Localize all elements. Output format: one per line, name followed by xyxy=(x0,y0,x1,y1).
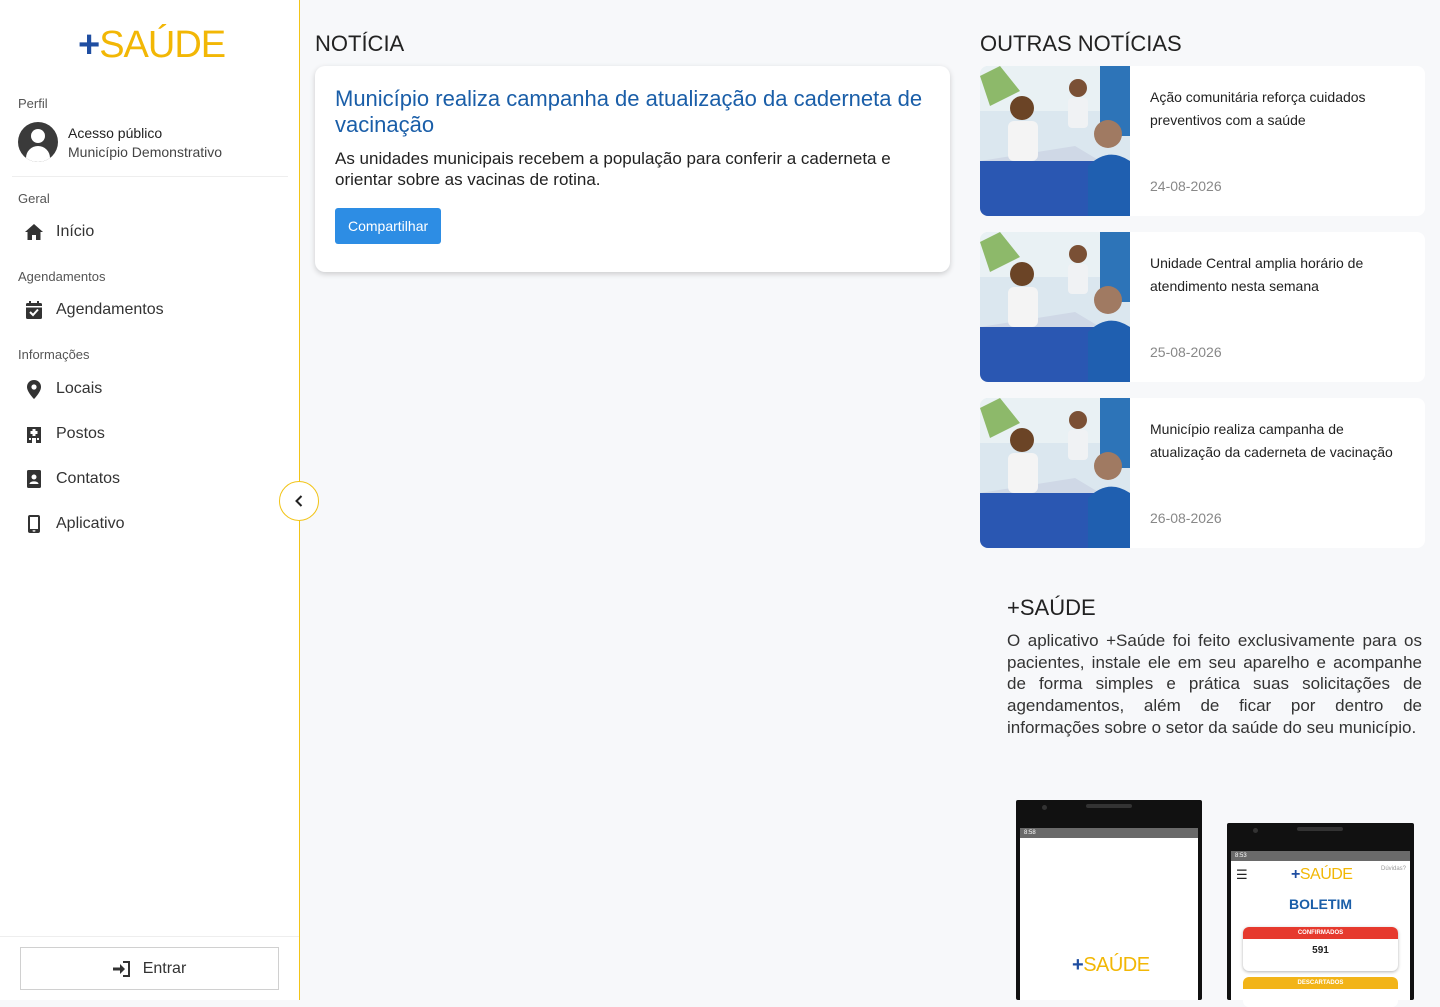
login-label: Entrar xyxy=(142,959,187,977)
section-label-agendamentos: Agendamentos xyxy=(18,269,106,284)
sidebar-item-aplicativo[interactable]: Aplicativo xyxy=(24,514,124,534)
sidebar-item-label: Aplicativo xyxy=(56,515,125,532)
status-bar-time: 8:58 xyxy=(1020,828,1198,838)
news-thumbnail-image xyxy=(980,66,1130,216)
sidebar-item-label: Contatos xyxy=(56,470,121,487)
sidebar-item-locais[interactable]: Locais xyxy=(24,379,102,399)
app-section-title: +SAÚDE xyxy=(1007,595,1096,620)
news-section-title: NOTÍCIA xyxy=(315,31,405,56)
building-icon xyxy=(24,424,44,444)
sidebar: +SAÚDE Perfil Acesso público Município D… xyxy=(0,0,300,1000)
phone-splash-logo: +SAÚDE xyxy=(1072,954,1150,976)
calendar-check-icon xyxy=(24,300,44,320)
bulletin-heading: BOLETIM xyxy=(1289,896,1352,912)
phone-mockup-bulletin: 8:53 ☰ +SAÚDE Dúvidas? BOLETIM CONFIRMAD… xyxy=(1227,823,1414,1007)
map-pin-icon xyxy=(24,379,44,399)
news-list-item[interactable]: Município realiza campanha de atualizaçã… xyxy=(980,398,1425,548)
sign-in-icon xyxy=(112,960,130,977)
hamburger-menu-icon[interactable]: ☰ xyxy=(1236,867,1248,883)
mobile-phone-icon xyxy=(24,514,44,534)
chevron-left-icon xyxy=(295,495,303,507)
news-item-date: 24-08-2026 xyxy=(1150,178,1222,194)
profile-city: Município Demonstrativo xyxy=(68,143,223,160)
discarded-label: DESCARTADOS xyxy=(1243,977,1398,989)
status-bar-time: 8:53 xyxy=(1231,851,1410,861)
news-item-date: 26-08-2026 xyxy=(1150,510,1222,526)
news-headline[interactable]: Município realiza campanha de atualizaçã… xyxy=(335,86,930,138)
profile-name: Acesso público xyxy=(68,124,163,141)
news-card: Município realiza campanha de atualizaçã… xyxy=(315,66,950,272)
discarded-card: DESCARTADOS xyxy=(1243,977,1398,1007)
phone-app-logo: +SAÚDE xyxy=(1291,866,1353,883)
profile-divider xyxy=(12,176,288,177)
sidebar-item-label: Postos xyxy=(56,425,105,442)
news-thumbnail-image xyxy=(980,398,1130,548)
sidebar-item-inicio[interactable]: Início xyxy=(24,222,94,242)
profile-block: Acesso público Município Demonstrativo xyxy=(18,122,222,162)
sidebar-item-label: Agendamentos xyxy=(56,301,164,318)
share-button[interactable]: Compartilhar xyxy=(335,208,442,244)
footer-divider xyxy=(0,936,299,937)
phone-mockup-splash: 8:58 +SAÚDE xyxy=(1016,800,1202,1000)
help-link[interactable]: Dúvidas? xyxy=(1381,866,1406,872)
news-item-title: Município realiza campanha de atualizaçã… xyxy=(1150,421,1393,460)
news-list-item[interactable]: Unidade Central amplia horário de atendi… xyxy=(980,232,1425,382)
avatar xyxy=(18,122,58,162)
news-item-date: 25-08-2026 xyxy=(1150,344,1222,360)
sidebar-item-contatos[interactable]: Contatos xyxy=(24,469,120,489)
news-thumbnail-image xyxy=(980,232,1130,382)
contact-book-icon xyxy=(24,469,44,489)
collapse-sidebar-button[interactable] xyxy=(279,481,319,521)
news-item-title: Ação comunitária reforça cuidados preven… xyxy=(1150,89,1366,128)
other-news-section-title: OUTRAS NOTÍCIAS xyxy=(980,31,1182,56)
sidebar-item-label: Início xyxy=(56,223,95,240)
news-summary: As unidades municipais recebem a populaç… xyxy=(335,149,891,189)
confirmed-label: CONFIRMADOS xyxy=(1243,927,1398,939)
section-label-informacoes: Informações xyxy=(18,347,90,362)
confirmed-card: CONFIRMADOS 591 xyxy=(1243,927,1398,971)
home-icon xyxy=(24,222,44,242)
news-list-item[interactable]: Ação comunitária reforça cuidados preven… xyxy=(980,66,1425,216)
profile-section-label: Perfil xyxy=(18,96,48,111)
sidebar-item-label: Locais xyxy=(56,380,103,397)
sidebar-item-agendamentos[interactable]: Agendamentos xyxy=(24,300,164,320)
sidebar-item-postos[interactable]: Postos xyxy=(24,424,105,444)
app-description: O aplicativo +Saúde foi feito exclusivam… xyxy=(1007,631,1422,737)
news-item-title: Unidade Central amplia horário de atendi… xyxy=(1150,255,1364,294)
login-button[interactable]: Entrar xyxy=(20,947,279,990)
section-label-geral: Geral xyxy=(18,191,50,206)
brand-logo[interactable]: +SAÚDE xyxy=(78,26,226,64)
confirmed-value: 591 xyxy=(1312,945,1329,956)
